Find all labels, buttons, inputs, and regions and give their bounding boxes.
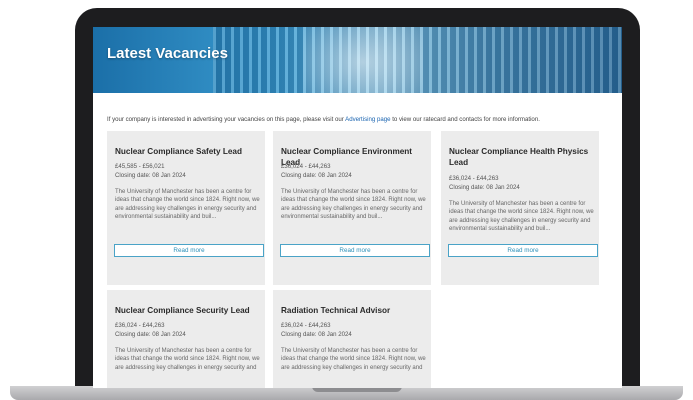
vacancy-card: Nuclear Compliance Health Physics Lead £… <box>441 131 599 285</box>
vacancy-salary: £36,024 - £44,263 <box>281 322 331 329</box>
vacancy-card: Nuclear Compliance Safety Lead £45,585 -… <box>107 131 265 285</box>
vacancy-description: The University of Manchester has been a … <box>115 189 260 221</box>
vacancy-title[interactable]: Nuclear Compliance Safety Lead <box>115 146 260 157</box>
vacancy-closing-date: Closing date: 08 Jan 2024 <box>115 172 186 179</box>
advertising-page-link[interactable]: Advertising page <box>345 116 390 123</box>
vacancy-description: The University of Manchester has been a … <box>115 348 260 371</box>
hero-image-glow <box>303 27 423 93</box>
vacancy-closing-date: Closing date: 08 Jan 2024 <box>115 331 186 338</box>
hero-banner: Latest Vacancies <box>93 27 622 93</box>
read-more-button[interactable]: Read more <box>448 244 598 257</box>
intro-text: If your company is interested in adverti… <box>107 116 612 123</box>
read-more-button[interactable]: Read more <box>280 244 430 257</box>
vacancy-closing-date: Closing date: 08 Jan 2024 <box>281 331 352 338</box>
vacancy-salary: £36,024 - £44,263 <box>115 322 165 329</box>
vacancy-card: Nuclear Compliance Environment Lead £36,… <box>273 131 431 285</box>
intro-text-before: If your company is interested in adverti… <box>107 116 346 123</box>
vacancy-salary: £45,585 - £56,021 <box>115 163 165 170</box>
vacancy-description: The University of Manchester has been a … <box>281 189 426 221</box>
vacancy-description: The University of Manchester has been a … <box>281 348 426 371</box>
vacancy-title[interactable]: Radiation Technical Advisor <box>281 305 426 316</box>
read-more-button[interactable]: Read more <box>114 244 264 257</box>
vacancy-closing-date: Closing date: 08 Jan 2024 <box>281 172 352 179</box>
intro-text-after: to view our ratecard and contacts for mo… <box>390 116 540 123</box>
vacancy-card: Radiation Technical Advisor £36,024 - £4… <box>273 290 431 388</box>
browser-screen: Latest Vacancies If your company is inte… <box>93 27 622 388</box>
vacancy-salary: £36,024 - £44,263 <box>281 163 331 170</box>
vacancy-closing-date: Closing date: 08 Jan 2024 <box>449 184 520 191</box>
vacancy-title[interactable]: Nuclear Compliance Health Physics Lead <box>449 146 594 168</box>
vacancy-salary: £36,024 - £44,263 <box>449 175 499 182</box>
vacancy-card: Nuclear Compliance Security Lead £36,024… <box>107 290 265 388</box>
page-title: Latest Vacancies <box>107 45 228 62</box>
vacancy-description: The University of Manchester has been a … <box>449 201 594 233</box>
vacancy-title[interactable]: Nuclear Compliance Security Lead <box>115 305 260 316</box>
